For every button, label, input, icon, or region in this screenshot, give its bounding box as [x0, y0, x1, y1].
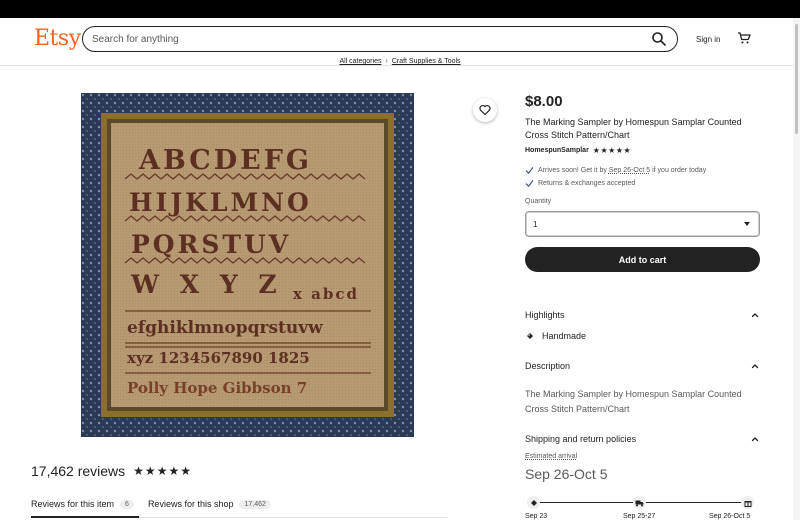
tab-reviews-shop-count: 17,462 — [239, 499, 271, 509]
caret-down-icon — [744, 222, 750, 226]
shop-name-link[interactable]: HomespunSamplar — [525, 147, 589, 154]
tab-divider — [139, 517, 447, 518]
quantity-value: 1 — [533, 220, 538, 229]
sampler-row-1: ABCDEFG — [138, 145, 312, 176]
chevron-right-icon: › — [385, 58, 388, 65]
gift-icon — [741, 496, 754, 509]
etsy-logo[interactable]: Etsy — [34, 26, 81, 51]
sampler-row-4: W X Y Z — [130, 270, 283, 299]
description-text: The Marking Sampler by Homespun Samplar … — [525, 389, 742, 414]
active-tab-underline — [31, 516, 139, 518]
sampler-row-3: PQRSTUV — [131, 230, 291, 259]
returns-info: Returns & exchanges accepted — [525, 178, 635, 188]
handmade-highlight: Handmade — [525, 331, 586, 341]
sampler-row-8: Polly Hope Gibbson 7 — [127, 379, 307, 397]
shop-info: HomespunSamplar ★★★★★ — [525, 145, 631, 155]
breadcrumb: All categories › Craft Supplies & Tools — [0, 58, 800, 65]
shipping-heading: Shipping and return policies — [525, 434, 637, 444]
breadcrumb-all-categories[interactable]: All categories — [339, 58, 381, 65]
tab-reviews-item[interactable]: Reviews for this item 6 — [31, 499, 134, 509]
product-price: $8.00 — [525, 93, 563, 110]
sampler-row-5: x abcd — [293, 285, 359, 303]
tab-reviews-item-count: 6 — [120, 499, 134, 509]
quantity-select[interactable]: 1 — [525, 211, 760, 237]
handmade-icon — [527, 333, 533, 339]
product-title: The Marking Sampler by Homespun Samplar … — [525, 117, 742, 140]
sampler-row-7: xyz 1234567890 1825 — [127, 349, 310, 367]
estimated-arrival-date: Sep 26-Oct 5 — [525, 466, 608, 482]
sampler-row-2: HIJKLMNO — [129, 188, 312, 217]
header-divider — [0, 65, 800, 66]
checkmark-icon — [525, 179, 534, 187]
shop-rating-stars: ★★★★★ — [592, 145, 632, 155]
chevron-up-icon — [751, 437, 759, 442]
reviews-stars: ★★★★★ — [133, 464, 192, 478]
tab-reviews-item-label: Reviews for this item — [31, 499, 115, 509]
tab-reviews-shop[interactable]: Reviews for this shop 17,462 — [148, 499, 271, 509]
reviews-summary: 17,462 reviews ★★★★★ — [31, 463, 192, 479]
cart-icon[interactable] — [737, 31, 751, 45]
highlights-accordion[interactable]: Highlights — [525, 308, 760, 322]
scrollbar-thumb[interactable] — [795, 24, 798, 134]
chevron-up-icon — [751, 364, 759, 369]
timeline-date-dispatched: Sep 25-27 — [623, 513, 656, 520]
add-to-cart-button[interactable]: Add to cart — [525, 247, 760, 272]
timeline-date-ordered: Sep 23 — [525, 513, 548, 520]
search-bar — [82, 26, 678, 52]
description-accordion[interactable]: Description — [525, 359, 760, 373]
order-placed-icon — [527, 496, 540, 509]
delivery-timeline: Sep 23 Sep 25-27 Sep 26-Oct 5 — [525, 493, 760, 520]
handmade-text: Handmade — [542, 331, 587, 341]
browser-top-bar — [0, 0, 800, 18]
description-heading: Description — [525, 361, 571, 371]
sampler-row-6: efghiklmnopqrstuvw — [127, 318, 323, 338]
search-input[interactable] — [92, 30, 632, 48]
cross-stitch-sampler-image: ABCDEFG HIJKLMNO PQRSTUV W X Y Z x abcd … — [81, 93, 414, 437]
tab-reviews-shop-label: Reviews for this shop — [147, 499, 234, 509]
returns-text: Returns & exchanges accepted — [538, 179, 636, 187]
product-image[interactable]: ABCDEFG HIJKLMNO PQRSTUV W X Y Z x abcd … — [81, 93, 414, 437]
arrival-prefix: Arrives soon! Get it by — [538, 166, 607, 174]
timeline-date-delivered: Sep 26-Oct 5 — [709, 513, 751, 520]
checkmark-icon — [525, 166, 534, 174]
arrival-info: Arrives soon! Get it by Sep 26-Oct 5 if … — [525, 165, 706, 175]
heart-icon — [479, 104, 491, 116]
shipping-accordion[interactable]: Shipping and return policies — [525, 432, 760, 446]
highlights-heading: Highlights — [525, 310, 565, 320]
sign-in-link[interactable]: Sign in — [696, 35, 720, 44]
chevron-up-icon — [751, 313, 759, 318]
estimated-arrival-label[interactable]: Estimated arrival — [525, 453, 577, 460]
arrival-dates[interactable]: Sep 26-Oct 5 — [609, 167, 650, 174]
quantity-label: Quantity — [525, 198, 552, 205]
favorite-button[interactable] — [473, 98, 497, 122]
truck-icon — [633, 496, 646, 509]
search-icon[interactable] — [651, 31, 667, 47]
breadcrumb-craft-supplies[interactable]: Craft Supplies & Tools — [392, 58, 461, 65]
arrival-suffix: if you order today — [652, 166, 707, 174]
reviews-count: 17,462 reviews — [31, 463, 126, 479]
review-tabs: Reviews for this item 6 Reviews for this… — [31, 496, 285, 512]
